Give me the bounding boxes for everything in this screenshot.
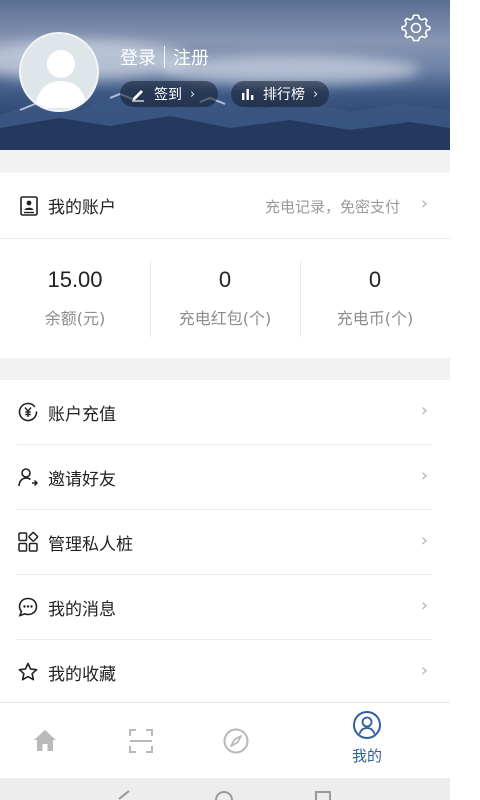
menu-item-label: 管理私人桩 (48, 535, 133, 555)
my-account-title: 我的账户 (48, 198, 116, 218)
tab-scan[interactable] (95, 703, 185, 779)
chevron-right-icon: › (420, 400, 428, 421)
invite-user-icon (18, 468, 39, 487)
menu-item-messages[interactable]: 我的消息 › (0, 575, 450, 640)
profile-header: 登录 注册 签到 › 排行榜 › (0, 0, 450, 150)
compass-icon (223, 728, 249, 754)
auth-links: 登录 注册 (120, 44, 209, 70)
my-account-row[interactable]: 我的账户 充电记录，免密支付 › (0, 173, 450, 239)
system-nav-bar (0, 778, 450, 800)
ranking-label: 排行榜 (263, 87, 305, 103)
menu-item-invite[interactable]: 邀请好友 › (0, 445, 450, 510)
pencil-icon (132, 90, 144, 102)
chevron-right-icon: › (190, 86, 196, 102)
balance-stat[interactable]: 15.00 余额(元) (0, 239, 150, 358)
home-circle-icon[interactable] (214, 790, 234, 800)
recents-icon[interactable] (315, 791, 331, 800)
ranking-button[interactable]: 排行榜 › (231, 81, 329, 107)
checkin-label: 签到 (154, 87, 182, 103)
chevron-right-icon: › (313, 86, 319, 102)
back-icon[interactable] (115, 790, 133, 800)
gear-icon[interactable] (401, 12, 431, 42)
apps-grid-icon (18, 531, 39, 552)
bottom-tab-bar: 我的 (0, 702, 450, 778)
account-stats: 15.00 余额(元) 0 充电红包(个) 0 充电币(个) (0, 239, 450, 358)
avatar[interactable] (19, 32, 99, 112)
chevron-right-icon: › (420, 530, 428, 551)
tab-mine[interactable]: 我的 (322, 703, 412, 779)
menu-item-label: 邀请好友 (48, 470, 116, 490)
red-packet-value: 0 (218, 267, 232, 292)
document-icon (20, 196, 38, 216)
user-circle-icon (353, 711, 381, 739)
home-icon (34, 730, 56, 751)
menu-item-private-pile[interactable]: 管理私人桩 › (0, 510, 450, 575)
menu-item-label: 账户充值 (48, 405, 116, 425)
register-link[interactable]: 注册 (173, 44, 209, 70)
charging-coin-stat[interactable]: 0 充电币(个) (300, 239, 450, 358)
account-card: 我的账户 充电记录，免密支付 › 15.00 余额(元) 0 充电红包(个) 0… (0, 173, 450, 358)
menu-item-recharge[interactable]: 账户充值 › (0, 380, 450, 445)
message-bubble-icon (18, 597, 38, 617)
star-icon (18, 662, 38, 681)
login-link[interactable]: 登录 (120, 44, 156, 70)
chevron-right-icon: › (420, 193, 428, 214)
chevron-right-icon: › (420, 660, 428, 681)
chevron-right-icon: › (420, 465, 428, 486)
balance-value: 15.00 (47, 267, 103, 292)
scan-icon (129, 729, 153, 753)
tab-mine-label: 我的 (351, 747, 382, 765)
red-packet-stat[interactable]: 0 充电红包(个) (150, 239, 300, 358)
auth-divider (164, 46, 165, 68)
chevron-right-icon: › (420, 595, 428, 616)
yuan-circle-icon (18, 402, 38, 422)
bar-chart-icon (242, 89, 254, 100)
menu-item-favorites[interactable]: 我的收藏 › (0, 640, 450, 705)
checkin-button[interactable]: 签到 › (120, 81, 218, 107)
menu-list: 账户充值 › 邀请好友 › 管理私人桩 › 我的消息 › 我的收藏 › (0, 380, 450, 702)
my-account-hint: 充电记录，免密支付 (264, 198, 400, 216)
balance-label: 余额(元) (44, 309, 106, 328)
charging-coin-value: 0 (368, 267, 382, 292)
menu-item-label: 我的收藏 (48, 665, 116, 685)
menu-item-label: 我的消息 (48, 600, 116, 620)
tab-discover[interactable] (190, 703, 280, 779)
app-screen: 登录 注册 签到 › 排行榜 › 我的账户 充电记录，免密支付 › 15.00 … (0, 0, 450, 800)
tab-home[interactable] (0, 703, 90, 779)
red-packet-label: 充电红包(个) (178, 309, 272, 328)
charging-coin-label: 充电币(个) (336, 309, 414, 328)
